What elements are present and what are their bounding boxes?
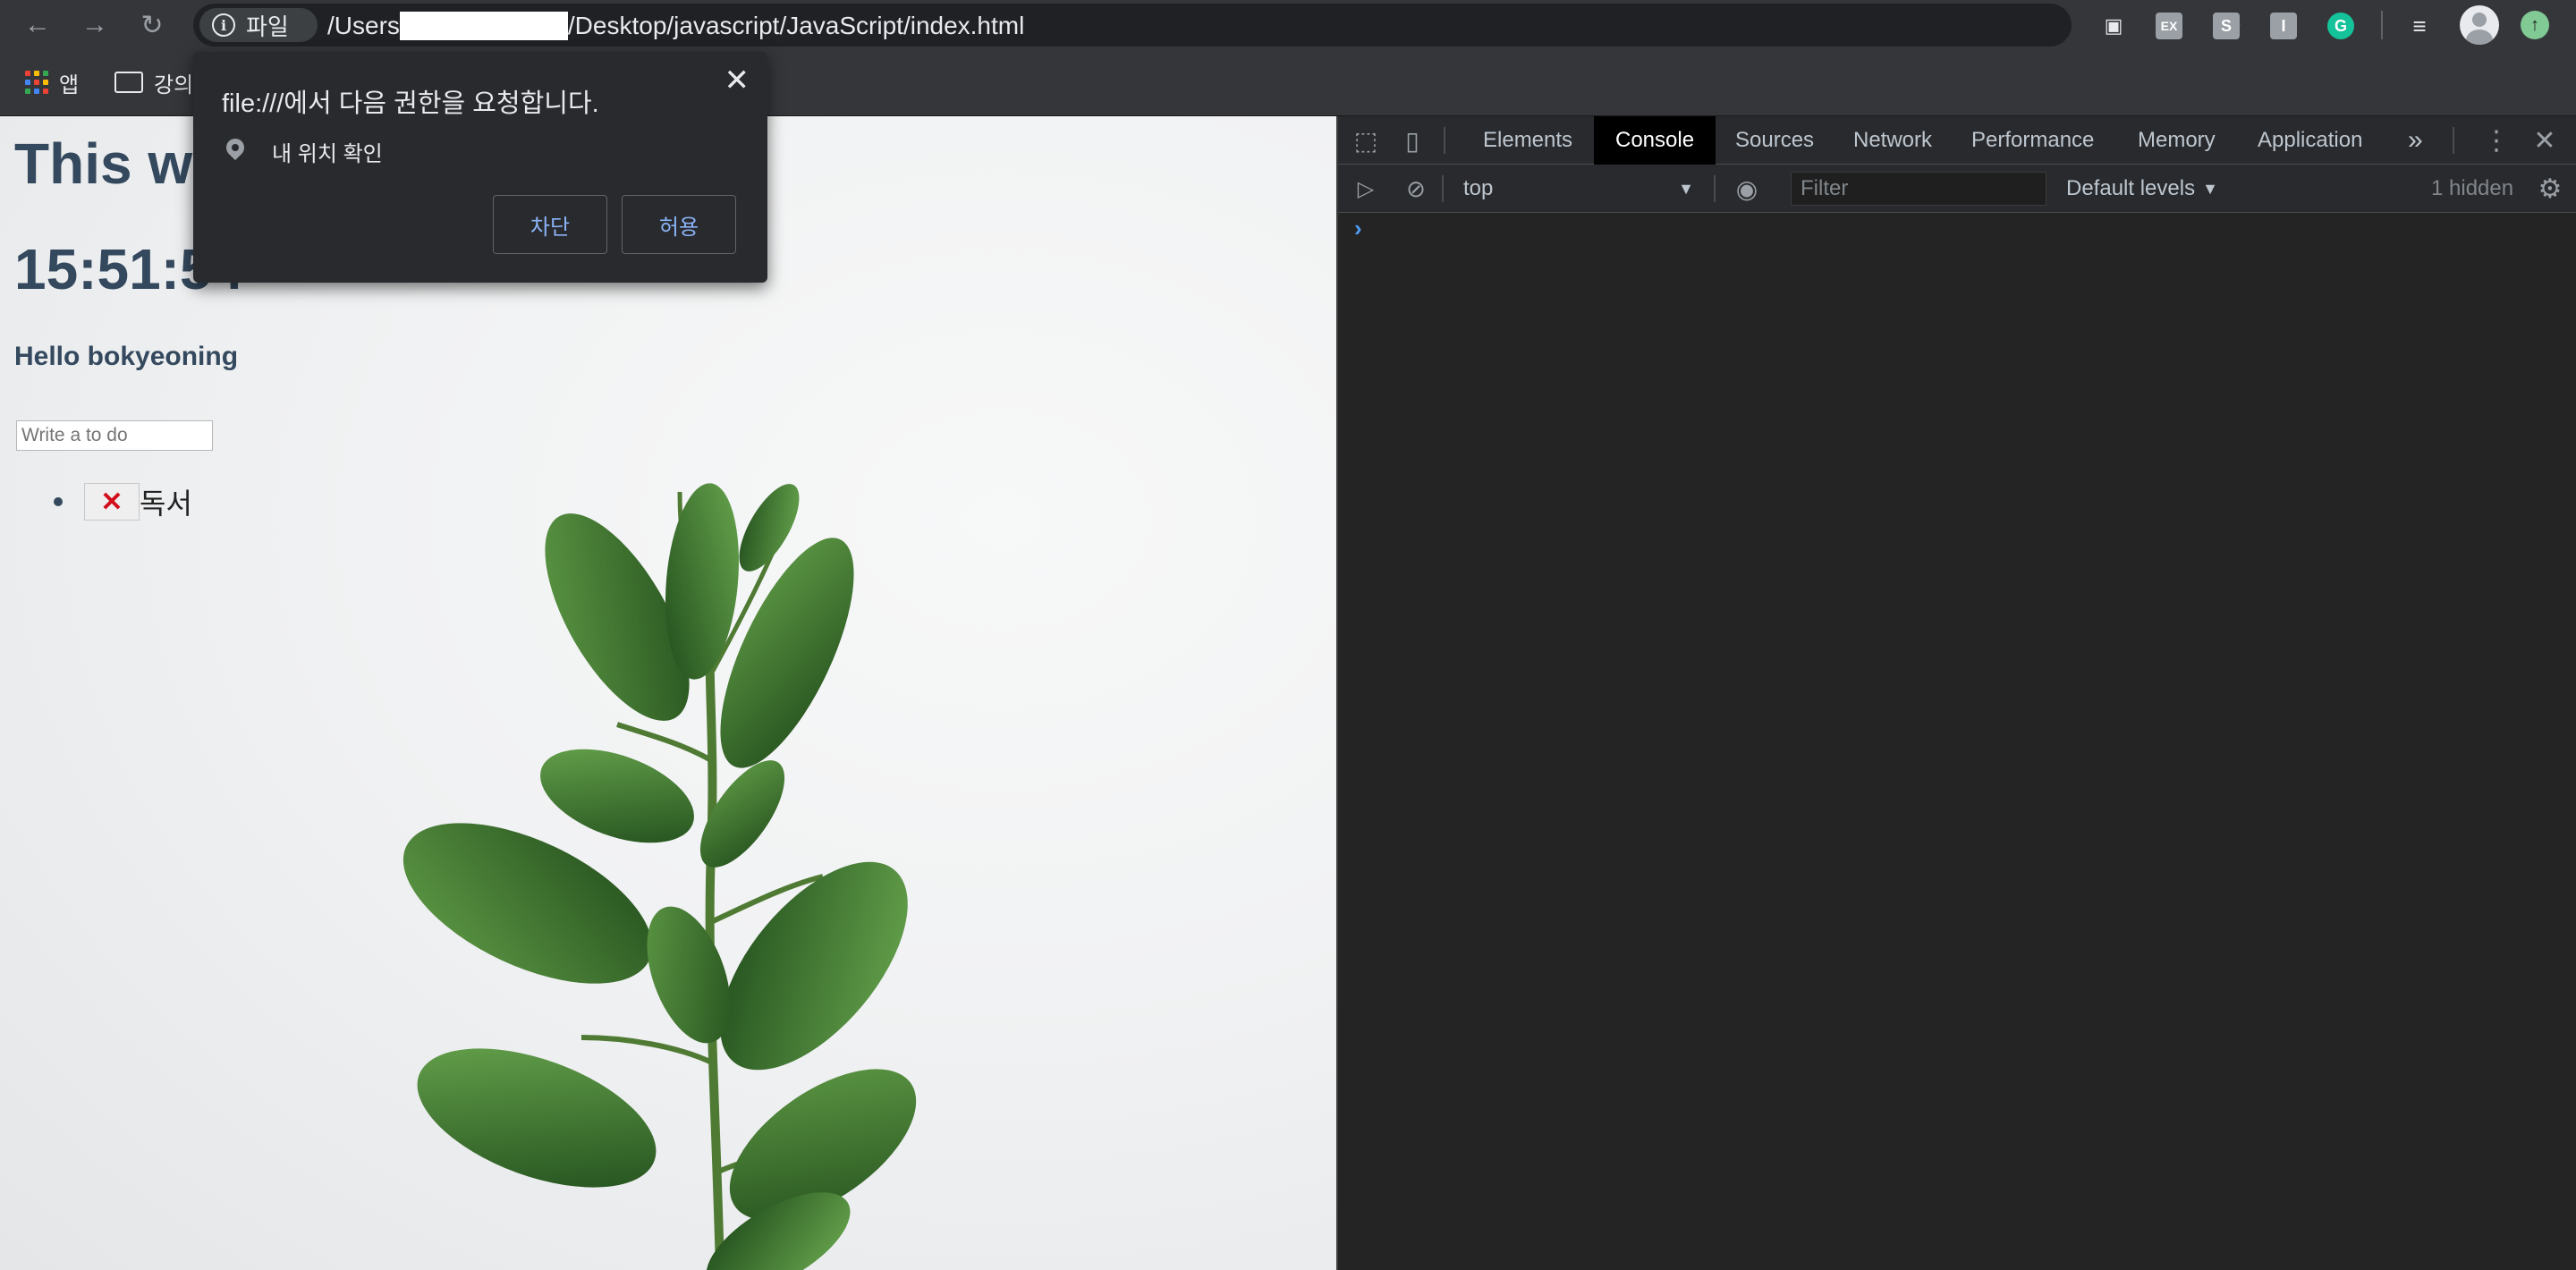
- delete-todo-button[interactable]: ✕: [84, 483, 140, 521]
- console-toolbar: ▷ ⊘ top ▼ ◉ Default levels ▼ 1 hidden ⚙: [1338, 165, 2576, 213]
- info-icon: i: [212, 13, 235, 37]
- list-item: ✕ 독서: [54, 481, 192, 522]
- close-icon[interactable]: ✕: [724, 63, 750, 98]
- todo-input[interactable]: [16, 420, 213, 451]
- list-bullet: [54, 497, 63, 506]
- plant-leaves: [402, 483, 917, 1270]
- bookmark-folder[interactable]: 강의: [114, 64, 193, 100]
- chevron-down-icon: ▼: [2202, 179, 2218, 198]
- chevron-down-icon: ▼: [1678, 179, 1694, 198]
- divider: [1442, 175, 1444, 202]
- screen-icon[interactable]: ▣: [2100, 13, 2127, 39]
- log-levels-dropdown[interactable]: Default levels ▼: [2066, 172, 2218, 206]
- block-button[interactable]: 차단: [493, 195, 607, 254]
- todo-text: 독서: [140, 487, 192, 520]
- gear-icon[interactable]: ⚙: [2535, 174, 2565, 204]
- forward-arrow-icon[interactable]: →: [77, 7, 113, 43]
- url-text[interactable]: /Users /Desktop/javascript/JavaScript/in…: [327, 12, 1024, 40]
- permission-label: 내 위치 확인: [272, 142, 383, 166]
- apps-grid-icon: [25, 71, 48, 94]
- browser-toolbar: ← → ↻ i 파일 /Users /Desktop/javascript/Ja…: [0, 0, 2576, 50]
- greeting: Hello bokyeoning: [14, 342, 239, 371]
- url-suffix: /Desktop/javascript/JavaScript/index.htm…: [567, 12, 1025, 39]
- bookmark-folder-label: 강의: [154, 72, 194, 97]
- permission-popup: file:///에서 다음 권한을 요청합니다. ✕ 내 위치 확인 차단 허용: [193, 52, 767, 283]
- console-filter-input[interactable]: [1791, 172, 2046, 206]
- tab-sources[interactable]: Sources: [1714, 116, 1835, 165]
- bookmark-apps-label: 앱: [59, 72, 80, 97]
- site-info-chip[interactable]: i 파일: [199, 8, 318, 42]
- device-toolbar-icon[interactable]: ▯: [1397, 125, 1428, 156]
- tab-performance[interactable]: Performance: [1950, 116, 2115, 165]
- extensions-divider: [2381, 11, 2383, 39]
- tab-elements[interactable]: Elements: [1462, 116, 1594, 165]
- media-controls-icon[interactable]: ≡: [2406, 13, 2433, 39]
- console-prompt[interactable]: ›: [1354, 215, 1362, 242]
- site-chip-label: 파일: [246, 13, 289, 40]
- levels-label: Default levels: [2066, 176, 2196, 200]
- permission-title: file:///에서 다음 권한을 요청합니다.: [222, 89, 599, 118]
- divider: [1444, 127, 1445, 154]
- grammarly-icon[interactable]: G: [2327, 13, 2354, 39]
- divider: [1714, 175, 1716, 202]
- i-extension-icon[interactable]: I: [2270, 13, 2297, 39]
- permission-item: 내 위치 확인: [225, 136, 383, 167]
- hidden-messages-count: 1 hidden: [2431, 176, 2514, 200]
- inspect-element-icon[interactable]: ⬚: [1351, 125, 1381, 156]
- context-select[interactable]: top ▼: [1453, 172, 1703, 206]
- location-pin-icon: [225, 139, 245, 165]
- eye-icon[interactable]: ◉: [1732, 174, 1762, 204]
- back-arrow-icon[interactable]: ←: [20, 7, 55, 43]
- kebab-menu-icon[interactable]: ⋮: [2481, 125, 2512, 156]
- context-value: top: [1463, 176, 1494, 200]
- close-devtools-icon[interactable]: ✕: [2529, 125, 2560, 156]
- devtools-tab-bar: ⬚ ▯ Elements Console Sources Network Per…: [1338, 116, 2576, 165]
- allow-button[interactable]: 허용: [622, 195, 736, 254]
- clear-console-icon[interactable]: ⊘: [1401, 174, 1431, 204]
- sidebar-toggle-icon[interactable]: ▷: [1351, 174, 1381, 204]
- devtools-panel: ⬚ ▯ Elements Console Sources Network Per…: [1336, 116, 2576, 1270]
- more-tabs-icon[interactable]: »: [2386, 116, 2445, 165]
- ex-extension-icon[interactable]: EX: [2156, 13, 2182, 39]
- tab-network[interactable]: Network: [1832, 116, 1953, 165]
- tab-application[interactable]: Application: [2236, 116, 2384, 165]
- folder-icon: [114, 72, 143, 93]
- bookmark-apps[interactable]: 앱: [25, 64, 79, 100]
- profile-avatar[interactable]: [2460, 5, 2499, 45]
- update-icon[interactable]: ↑: [2521, 11, 2549, 39]
- todo-list: ✕ 독서: [54, 481, 192, 522]
- reload-icon[interactable]: ↻: [134, 7, 170, 43]
- page-viewport: This wo 15:51:54 Hello bokyeoning ✕ 독서: [0, 116, 1336, 1270]
- address-bar[interactable]: i 파일 /Users /Desktop/javascript/JavaScri…: [193, 4, 2242, 47]
- divider: [2453, 127, 2454, 154]
- redacted-username: [399, 12, 568, 40]
- tab-memory[interactable]: Memory: [2116, 116, 2237, 165]
- s-extension-icon[interactable]: S: [2213, 13, 2240, 39]
- tab-console[interactable]: Console: [1594, 116, 1716, 165]
- url-prefix: /Users: [327, 12, 400, 39]
